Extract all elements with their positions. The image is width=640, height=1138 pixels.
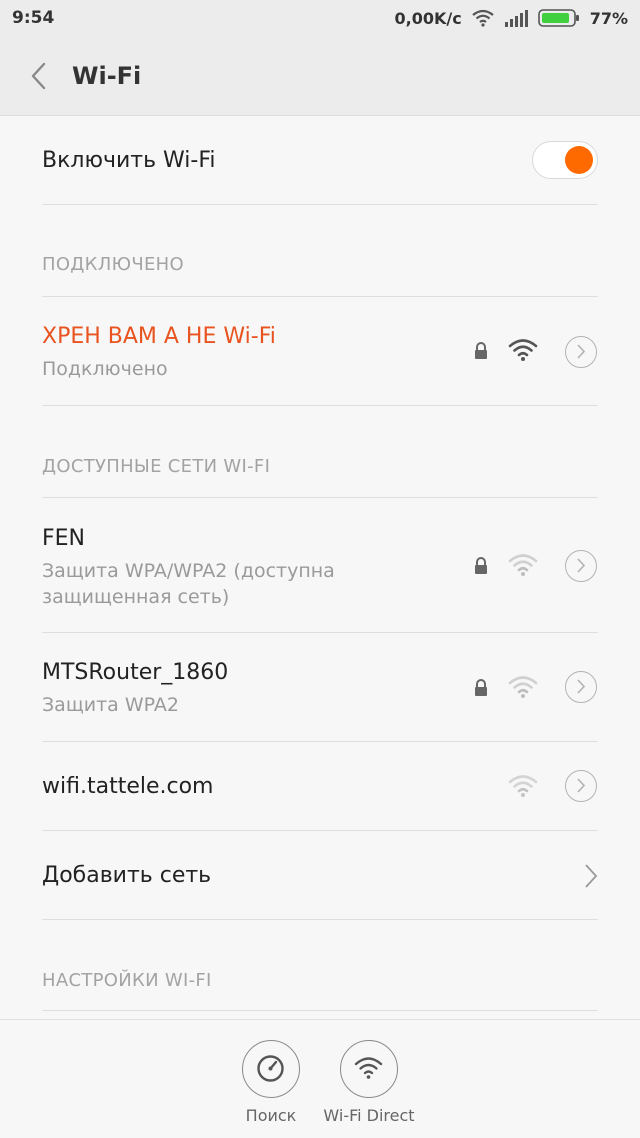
network-row-mtsrouter[interactable]: MTSRouter_1860 Защита WPA2 (0, 633, 640, 741)
network-row-tattele[interactable]: wifi.tattele.com (0, 742, 640, 830)
connected-network-name: ХРЕН ВАМ А НЕ Wi-Fi (42, 324, 276, 349)
wifi-direct-button-label: Wi-Fi Direct (323, 1106, 415, 1125)
wifi-icon (354, 1057, 383, 1079)
search-button[interactable] (242, 1040, 300, 1098)
network-name: wifi.tattele.com (42, 774, 214, 799)
network-status-line2: защищенная сеть) (42, 586, 230, 608)
status-right: 0,00K/c 77% (395, 7, 629, 29)
wifi-signal-weak-icon (508, 775, 538, 797)
connected-network-row[interactable]: ХРЕН ВАМ А НЕ Wi-Fi Подключено (0, 297, 640, 405)
bottom-bar: Поиск Wi-Fi Direct (0, 1019, 640, 1138)
network-details-button[interactable] (565, 336, 597, 368)
network-status-line1: Защита WPA/WPA2 (доступна (42, 560, 335, 582)
section-header-settings: НАСТРОЙКИ WI-FI (42, 970, 212, 991)
chevron-left-icon[interactable] (22, 58, 58, 94)
network-row-fen[interactable]: FEN Защита WPA/WPA2 (доступна защищенная… (0, 498, 640, 632)
page-title: Wi-Fi (72, 62, 142, 90)
section-header-connected: ПОДКЛЮЧЕНО (42, 254, 184, 275)
wifi-signal-weak-icon (508, 554, 538, 576)
wifi-direct-button[interactable] (340, 1040, 398, 1098)
wifi-signal-weak-icon (508, 676, 538, 698)
chevron-right-icon (585, 864, 598, 888)
divider (42, 1010, 598, 1011)
network-details-button[interactable] (565, 671, 597, 703)
chevron-right-icon (577, 558, 586, 573)
section-header-available: ДОСТУПНЫЕ СЕТИ WI-FI (42, 456, 271, 477)
add-network-row[interactable]: Добавить сеть (0, 831, 640, 919)
status-bar: 9:54 0,00K/c 77% (0, 0, 640, 36)
divider (42, 204, 598, 205)
status-battery-percent: 77% (589, 8, 628, 28)
signal-icon (504, 10, 528, 27)
app-header: Wi-Fi (0, 36, 640, 116)
network-name: MTSRouter_1860 (42, 660, 229, 685)
wifi-toggle-label: Включить Wi-Fi (42, 148, 216, 173)
network-details-button[interactable] (565, 550, 597, 582)
chevron-right-icon (577, 344, 586, 359)
divider (42, 919, 598, 920)
wifi-toggle-switch[interactable] (532, 141, 598, 179)
connected-network-status: Подключено (42, 358, 168, 380)
add-network-label: Добавить сеть (42, 863, 212, 888)
search-button-label: Поиск (245, 1106, 297, 1125)
battery-icon (537, 9, 579, 27)
network-name: FEN (42, 526, 86, 551)
status-net-speed: 0,00K/c (394, 8, 462, 28)
chevron-right-icon (577, 778, 586, 793)
wifi-signal-strong-icon (508, 339, 538, 361)
toggle-knob (565, 146, 593, 174)
network-status-line1: Защита WPA2 (42, 694, 179, 716)
lock-icon (475, 679, 487, 696)
divider (42, 405, 598, 406)
status-time: 9:54 (12, 8, 55, 28)
speedometer-icon (257, 1055, 284, 1082)
lock-icon (475, 557, 487, 574)
lock-icon (475, 342, 487, 359)
chevron-right-icon (577, 679, 586, 694)
wifi-icon (472, 9, 494, 27)
network-details-button[interactable] (565, 770, 597, 802)
